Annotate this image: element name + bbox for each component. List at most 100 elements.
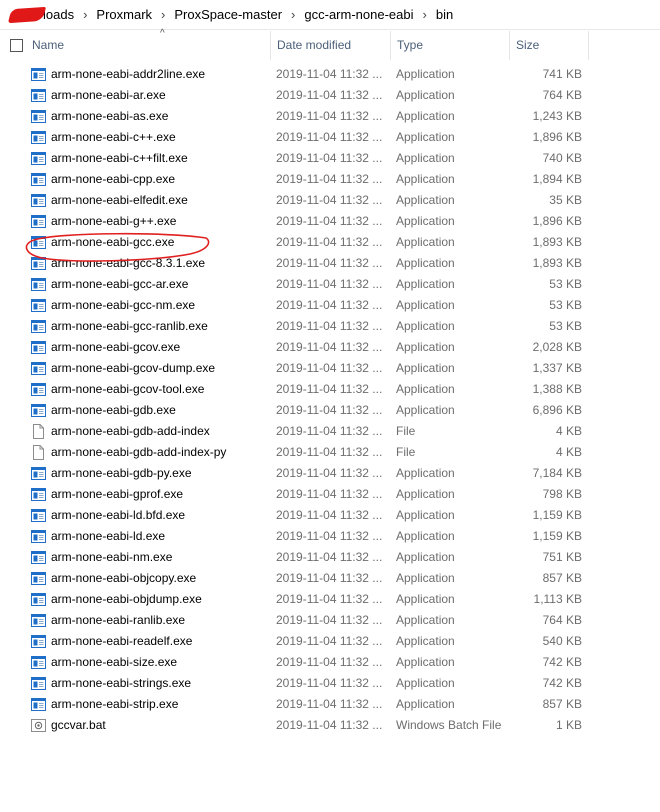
chevron-right-icon[interactable]: › bbox=[83, 7, 87, 22]
file-size: 857 KB bbox=[542, 571, 582, 585]
file-type: Application bbox=[396, 298, 455, 312]
file-row[interactable]: arm-none-eabi-gcc.exe 2019-11-04 11:32 ..… bbox=[0, 232, 660, 253]
file-row[interactable]: arm-none-eabi-addr2line.exe 2019-11-04 11… bbox=[0, 64, 660, 85]
application-icon bbox=[31, 550, 46, 565]
column-header-date-modified[interactable]: Date modified bbox=[270, 31, 390, 60]
file-name: arm-none-eabi-ar.exe bbox=[51, 88, 166, 102]
breadcrumb-item-downloads[interactable]: loads bbox=[43, 7, 74, 22]
file-size: 53 KB bbox=[549, 319, 582, 333]
file-name: arm-none-eabi-objdump.exe bbox=[51, 592, 202, 606]
file-icon bbox=[31, 424, 46, 439]
file-row[interactable]: arm-none-eabi-ar.exe 2019-11-04 11:32 ...… bbox=[0, 85, 660, 106]
file-type: Application bbox=[396, 214, 455, 228]
chevron-right-icon[interactable]: › bbox=[291, 7, 295, 22]
file-size: 2,028 KB bbox=[532, 340, 582, 354]
file-name: arm-none-eabi-gcc.exe bbox=[51, 235, 175, 249]
sort-ascending-icon: ^ bbox=[160, 28, 165, 39]
file-date-modified: 2019-11-04 11:32 ... bbox=[276, 277, 383, 291]
file-row[interactable]: arm-none-eabi-gcc-ar.exe 2019-11-04 11:32… bbox=[0, 274, 660, 295]
file-type: Application bbox=[396, 88, 455, 102]
file-type: Application bbox=[396, 571, 455, 585]
file-row[interactable]: arm-none-eabi-nm.exe 2019-11-04 11:32 ...… bbox=[0, 547, 660, 568]
file-type: Application bbox=[396, 277, 455, 291]
file-row[interactable]: arm-none-eabi-gcc-8.3.1.exe 2019-11-04 11… bbox=[0, 253, 660, 274]
file-row[interactable]: arm-none-eabi-objdump.exe 2019-11-04 11:3… bbox=[0, 589, 660, 610]
column-header-size-label: Size bbox=[516, 38, 540, 52]
file-row[interactable]: arm-none-eabi-gcov.exe 2019-11-04 11:32 .… bbox=[0, 337, 660, 358]
file-size: 764 KB bbox=[542, 613, 582, 627]
file-size: 1,896 KB bbox=[532, 130, 582, 144]
file-type: Application bbox=[396, 487, 455, 501]
select-all-checkbox[interactable] bbox=[10, 39, 23, 52]
file-name: arm-none-eabi-gdb.exe bbox=[51, 403, 176, 417]
file-row[interactable]: arm-none-eabi-gcc-nm.exe 2019-11-04 11:32… bbox=[0, 295, 660, 316]
file-size: 741 KB bbox=[542, 67, 582, 81]
file-name: arm-none-eabi-gdb-add-index bbox=[51, 424, 210, 438]
file-row[interactable]: arm-none-eabi-gcc-ranlib.exe 2019-11-04 1… bbox=[0, 316, 660, 337]
file-size: 740 KB bbox=[542, 151, 582, 165]
file-row[interactable]: arm-none-eabi-gprof.exe 2019-11-04 11:32 … bbox=[0, 484, 660, 505]
file-row[interactable]: arm-none-eabi-as.exe 2019-11-04 11:32 ...… bbox=[0, 106, 660, 127]
file-row[interactable]: arm-none-eabi-gcov-tool.exe 2019-11-04 11… bbox=[0, 379, 660, 400]
file-size: 53 KB bbox=[549, 298, 582, 312]
file-name: arm-none-eabi-ranlib.exe bbox=[51, 613, 186, 627]
file-size: 1,243 KB bbox=[532, 109, 582, 123]
file-name: arm-none-eabi-elfedit.exe bbox=[51, 193, 188, 207]
file-row[interactable]: gccvar.bat 2019-11-04 11:32 ... Windows Ba… bbox=[0, 715, 660, 736]
application-icon bbox=[31, 655, 46, 670]
file-type: File bbox=[396, 445, 416, 459]
application-icon bbox=[31, 634, 46, 649]
file-name: arm-none-eabi-gprof.exe bbox=[51, 487, 184, 501]
file-type: Application bbox=[396, 676, 455, 690]
file-date-modified: 2019-11-04 11:32 ... bbox=[276, 235, 383, 249]
file-row[interactable]: arm-none-eabi-size.exe 2019-11-04 11:32 .… bbox=[0, 652, 660, 673]
column-header-name[interactable]: ^ Name bbox=[26, 28, 270, 60]
application-icon bbox=[31, 130, 46, 145]
file-name: arm-none-eabi-gcov.exe bbox=[51, 340, 181, 354]
file-date-modified: 2019-11-04 11:32 ... bbox=[276, 88, 383, 102]
file-row[interactable]: arm-none-eabi-gdb.exe 2019-11-04 11:32 ..… bbox=[0, 400, 660, 421]
application-icon bbox=[31, 403, 46, 418]
redacted-path-segment bbox=[7, 6, 47, 23]
column-header-date-label: Date modified bbox=[277, 38, 352, 52]
file-row[interactable]: arm-none-eabi-objcopy.exe 2019-11-04 11:3… bbox=[0, 568, 660, 589]
file-row[interactable]: arm-none-eabi-gcov-dump.exe 2019-11-04 11… bbox=[0, 358, 660, 379]
file-row[interactable]: arm-none-eabi-ld.exe 2019-11-04 11:32 ...… bbox=[0, 526, 660, 547]
file-size: 1 KB bbox=[555, 718, 582, 732]
file-date-modified: 2019-11-04 11:32 ... bbox=[276, 424, 383, 438]
file-row[interactable]: arm-none-eabi-readelf.exe 2019-11-04 11:3… bbox=[0, 631, 660, 652]
chevron-right-icon[interactable]: › bbox=[161, 7, 165, 22]
column-header-type[interactable]: Type bbox=[390, 31, 509, 60]
file-row[interactable]: arm-none-eabi-gdb-add-index 2019-11-04 11… bbox=[0, 421, 660, 442]
breadcrumb-item-bin[interactable]: bin bbox=[436, 7, 453, 22]
file-row[interactable]: arm-none-eabi-c++filt.exe 2019-11-04 11:3… bbox=[0, 148, 660, 169]
file-row[interactable]: arm-none-eabi-ld.bfd.exe 2019-11-04 11:32… bbox=[0, 505, 660, 526]
file-type: Application bbox=[396, 466, 455, 480]
breadcrumb-item-gcc-arm-none-eabi[interactable]: gcc-arm-none-eabi bbox=[304, 7, 413, 22]
application-icon bbox=[31, 340, 46, 355]
application-icon bbox=[31, 529, 46, 544]
file-row[interactable]: arm-none-eabi-g++.exe 2019-11-04 11:32 ..… bbox=[0, 211, 660, 232]
file-row[interactable]: arm-none-eabi-c++.exe 2019-11-04 11:32 ..… bbox=[0, 127, 660, 148]
file-row[interactable]: arm-none-eabi-strip.exe 2019-11-04 11:32 … bbox=[0, 694, 660, 715]
file-row[interactable]: arm-none-eabi-gdb-py.exe 2019-11-04 11:32… bbox=[0, 463, 660, 484]
breadcrumb-item-proxmark[interactable]: Proxmark bbox=[96, 7, 152, 22]
breadcrumb-item-proxspace-master[interactable]: ProxSpace-master bbox=[174, 7, 282, 22]
file-row[interactable]: arm-none-eabi-strings.exe 2019-11-04 11:3… bbox=[0, 673, 660, 694]
file-row[interactable]: arm-none-eabi-gdb-add-index-py 2019-11-04… bbox=[0, 442, 660, 463]
file-icon bbox=[31, 445, 46, 460]
application-icon bbox=[31, 172, 46, 187]
address-breadcrumb[interactable]: loads › Proxmark › ProxSpace-master › gc… bbox=[0, 0, 660, 30]
file-row[interactable]: arm-none-eabi-cpp.exe 2019-11-04 11:32 ..… bbox=[0, 169, 660, 190]
file-name: arm-none-eabi-readelf.exe bbox=[51, 634, 193, 648]
file-row[interactable]: arm-none-eabi-ranlib.exe 2019-11-04 11:32… bbox=[0, 610, 660, 631]
column-header-size[interactable]: Size bbox=[509, 31, 589, 60]
application-icon bbox=[31, 697, 46, 712]
file-row[interactable]: arm-none-eabi-elfedit.exe 2019-11-04 11:3… bbox=[0, 190, 660, 211]
file-date-modified: 2019-11-04 11:32 ... bbox=[276, 529, 383, 543]
chevron-right-icon[interactable]: › bbox=[423, 7, 427, 22]
application-icon bbox=[31, 361, 46, 376]
file-size: 742 KB bbox=[542, 676, 582, 690]
column-header-name-label: Name bbox=[32, 38, 65, 52]
file-date-modified: 2019-11-04 11:32 ... bbox=[276, 298, 383, 312]
